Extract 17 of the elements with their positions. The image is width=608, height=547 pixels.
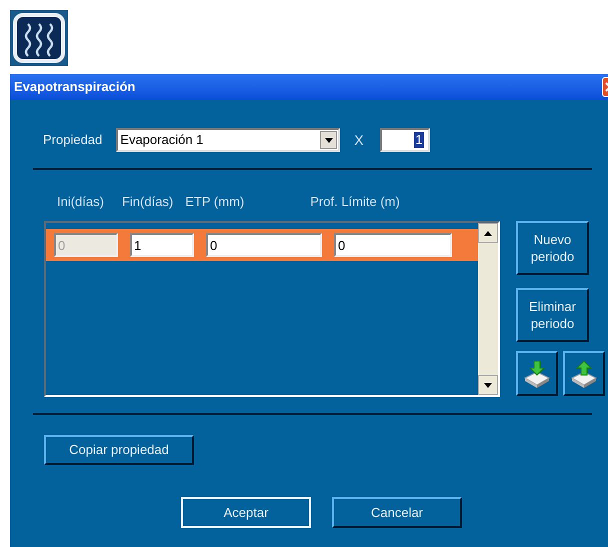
multiplier-field[interactable]: 1 — [380, 128, 430, 152]
copy-property-button[interactable]: Copiar propiedad — [44, 435, 194, 465]
column-header: ETP (mm) — [185, 193, 244, 208]
period-cell-field[interactable]: 0 — [334, 233, 452, 257]
period-button[interactable]: Eliminar periodo — [516, 288, 589, 342]
column-header: Prof. Límite (m) — [310, 193, 400, 208]
period-cell-field[interactable]: 1 — [130, 233, 194, 257]
window-title: Evapotranspiración — [14, 78, 136, 96]
period-button[interactable]: Nuevo periodo — [516, 221, 589, 275]
dialog-button[interactable]: Aceptar — [181, 497, 311, 528]
column-header: Fin(días) — [122, 193, 174, 208]
property-dropdown[interactable]: Evaporación 1 — [116, 128, 340, 152]
dialog-button[interactable]: Cancelar — [332, 497, 462, 528]
column-header: Ini(días) — [57, 193, 104, 208]
multiplier-label: X — [354, 130, 364, 150]
property-label: Propiedad — [43, 131, 102, 150]
period-cell-field[interactable]: 0 — [206, 233, 322, 257]
